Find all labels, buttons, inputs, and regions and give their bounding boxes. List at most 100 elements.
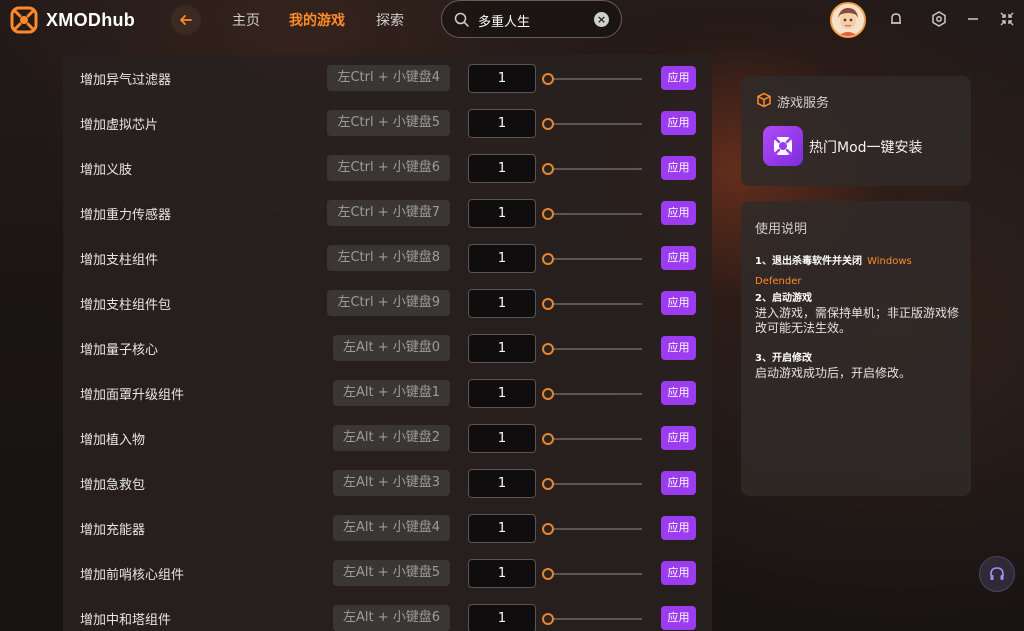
hotkey-badge[interactable]: 左Ctrl + 小键盘9 (327, 290, 450, 316)
slider-handle[interactable] (542, 163, 554, 175)
quantity-input[interactable]: 1 (468, 154, 536, 183)
list-item: 增加重力传感器 左Ctrl + 小键盘7 1 应用 (63, 190, 712, 235)
mod-list-panel: 增加异气过滤器 左Ctrl + 小键盘4 1 应用 增加虚拟芯片 左Ctrl +… (63, 55, 712, 631)
apply-button[interactable]: 应用 (661, 381, 696, 405)
minimize-icon[interactable] (964, 10, 982, 28)
instruction-step-1: 1、退出杀毒软件并关闭 Windows Defender (755, 249, 961, 289)
search-input[interactable]: 多重人生 (478, 11, 530, 30)
quantity-input[interactable]: 1 (468, 64, 536, 93)
quantity-input[interactable]: 1 (468, 244, 536, 273)
list-item: 增加充能器 左Alt + 小键盘4 1 应用 (63, 505, 712, 550)
apply-button[interactable]: 应用 (661, 291, 696, 315)
item-label: 增加面罩升级组件 (80, 388, 185, 403)
nav-my-games[interactable]: 我的游戏 (289, 10, 345, 30)
hotkey-badge[interactable]: 左Alt + 小键盘5 (332, 560, 450, 586)
slider-handle[interactable] (542, 523, 554, 535)
quantity-slider[interactable] (547, 123, 642, 125)
hotkey-badge[interactable]: 左Alt + 小键盘4 (332, 515, 450, 541)
back-button[interactable] (171, 5, 201, 35)
slider-handle[interactable] (542, 298, 554, 310)
collapse-window-icon[interactable] (998, 10, 1016, 28)
settings-icon[interactable] (930, 10, 948, 28)
slider-handle[interactable] (542, 613, 554, 625)
quantity-input[interactable]: 1 (468, 514, 536, 543)
hotkey-badge[interactable]: 左Ctrl + 小键盘8 (327, 245, 450, 271)
slider-handle[interactable] (542, 253, 554, 265)
quantity-slider[interactable] (547, 438, 642, 440)
quantity-input[interactable]: 1 (468, 334, 536, 363)
apply-button[interactable]: 应用 (661, 246, 696, 270)
quantity-input[interactable]: 1 (468, 109, 536, 138)
hotkey-badge[interactable]: 左Ctrl + 小键盘7 (327, 200, 450, 226)
hotkey-badge[interactable]: 左Alt + 小键盘0 (332, 335, 450, 361)
quantity-slider[interactable] (547, 168, 642, 170)
slider-handle[interactable] (542, 478, 554, 490)
app-logo[interactable]: XMODhub (10, 6, 135, 34)
quantity-input[interactable]: 1 (468, 379, 536, 408)
list-item: 增加支柱组件 左Ctrl + 小键盘8 1 应用 (63, 235, 712, 280)
quantity-input[interactable]: 1 (468, 559, 536, 588)
quantity-input[interactable]: 1 (468, 289, 536, 318)
slider-handle[interactable] (542, 388, 554, 400)
instructions-card: 使用说明 1、退出杀毒软件并关闭 Windows Defender 2、启动游戏… (741, 201, 971, 496)
list-item: 增加前哨核心组件 左Alt + 小键盘5 1 应用 (63, 550, 712, 595)
quantity-slider[interactable] (547, 303, 642, 305)
quantity-slider[interactable] (547, 213, 642, 215)
apply-button[interactable]: 应用 (661, 471, 696, 495)
quantity-slider[interactable] (547, 348, 642, 350)
slider-handle[interactable] (542, 568, 554, 580)
apply-button[interactable]: 应用 (661, 66, 696, 90)
item-label: 增加重力传感器 (80, 208, 172, 223)
item-label: 增加中和塔组件 (80, 613, 172, 628)
slider-handle[interactable] (542, 118, 554, 130)
quantity-slider[interactable] (547, 258, 642, 260)
quantity-input[interactable]: 1 (468, 604, 536, 631)
nav-explore[interactable]: 探索 (376, 10, 404, 30)
apply-button[interactable]: 应用 (661, 156, 696, 180)
instruction-step-3: 3、开启修改 启动游戏成功后，开启修改。 (755, 352, 961, 381)
nav-home[interactable]: 主页 (232, 10, 260, 30)
quantity-input[interactable]: 1 (468, 199, 536, 228)
hotkey-badge[interactable]: 左Alt + 小键盘2 (332, 425, 450, 451)
item-label: 增加急救包 (80, 478, 146, 493)
apply-button[interactable]: 应用 (661, 606, 696, 630)
support-button[interactable] (979, 556, 1015, 592)
hotkey-badge[interactable]: 左Alt + 小键盘1 (332, 380, 450, 406)
quantity-input[interactable]: 1 (468, 469, 536, 498)
apply-button[interactable]: 应用 (661, 516, 696, 540)
hotkey-badge[interactable]: 左Ctrl + 小键盘4 (327, 65, 450, 91)
quantity-slider[interactable] (547, 393, 642, 395)
quantity-slider[interactable] (547, 573, 642, 575)
apply-button[interactable]: 应用 (661, 426, 696, 450)
apply-button[interactable]: 应用 (661, 336, 696, 360)
list-item: 增加支柱组件包 左Ctrl + 小键盘9 1 应用 (63, 280, 712, 325)
mod-install-icon[interactable] (763, 126, 803, 166)
avatar[interactable] (830, 2, 866, 38)
mod-install-button[interactable]: 热门Mod一键安装 (809, 137, 923, 157)
apply-button[interactable]: 应用 (661, 111, 696, 135)
slider-handle[interactable] (542, 73, 554, 85)
item-label: 增加前哨核心组件 (80, 568, 185, 583)
game-service-card: 游戏服务 热门Mod一键安装 (741, 76, 971, 186)
hotkey-badge[interactable]: 左Ctrl + 小键盘6 (327, 155, 450, 181)
quantity-slider[interactable] (547, 483, 642, 485)
quantity-slider[interactable] (547, 528, 642, 530)
item-label: 增加虚拟芯片 (80, 118, 159, 133)
app-name: XMODhub (46, 9, 136, 30)
hotkey-badge[interactable]: 左Ctrl + 小键盘5 (327, 110, 450, 136)
quantity-input[interactable]: 1 (468, 424, 536, 453)
quantity-slider[interactable] (547, 618, 642, 620)
search-icon (454, 12, 469, 27)
notification-icon[interactable] (887, 10, 905, 28)
apply-button[interactable]: 应用 (661, 561, 696, 585)
quantity-slider[interactable] (547, 78, 642, 80)
hotkey-badge[interactable]: 左Alt + 小键盘6 (332, 605, 450, 631)
slider-handle[interactable] (542, 343, 554, 355)
slider-handle[interactable] (542, 208, 554, 220)
slider-handle[interactable] (542, 433, 554, 445)
clear-search-icon[interactable]: × (594, 12, 609, 27)
step-heading: 2、启动游戏 (755, 293, 812, 304)
apply-button[interactable]: 应用 (661, 201, 696, 225)
search-bar[interactable]: 多重人生 × (441, 0, 622, 38)
hotkey-badge[interactable]: 左Alt + 小键盘3 (332, 470, 450, 496)
